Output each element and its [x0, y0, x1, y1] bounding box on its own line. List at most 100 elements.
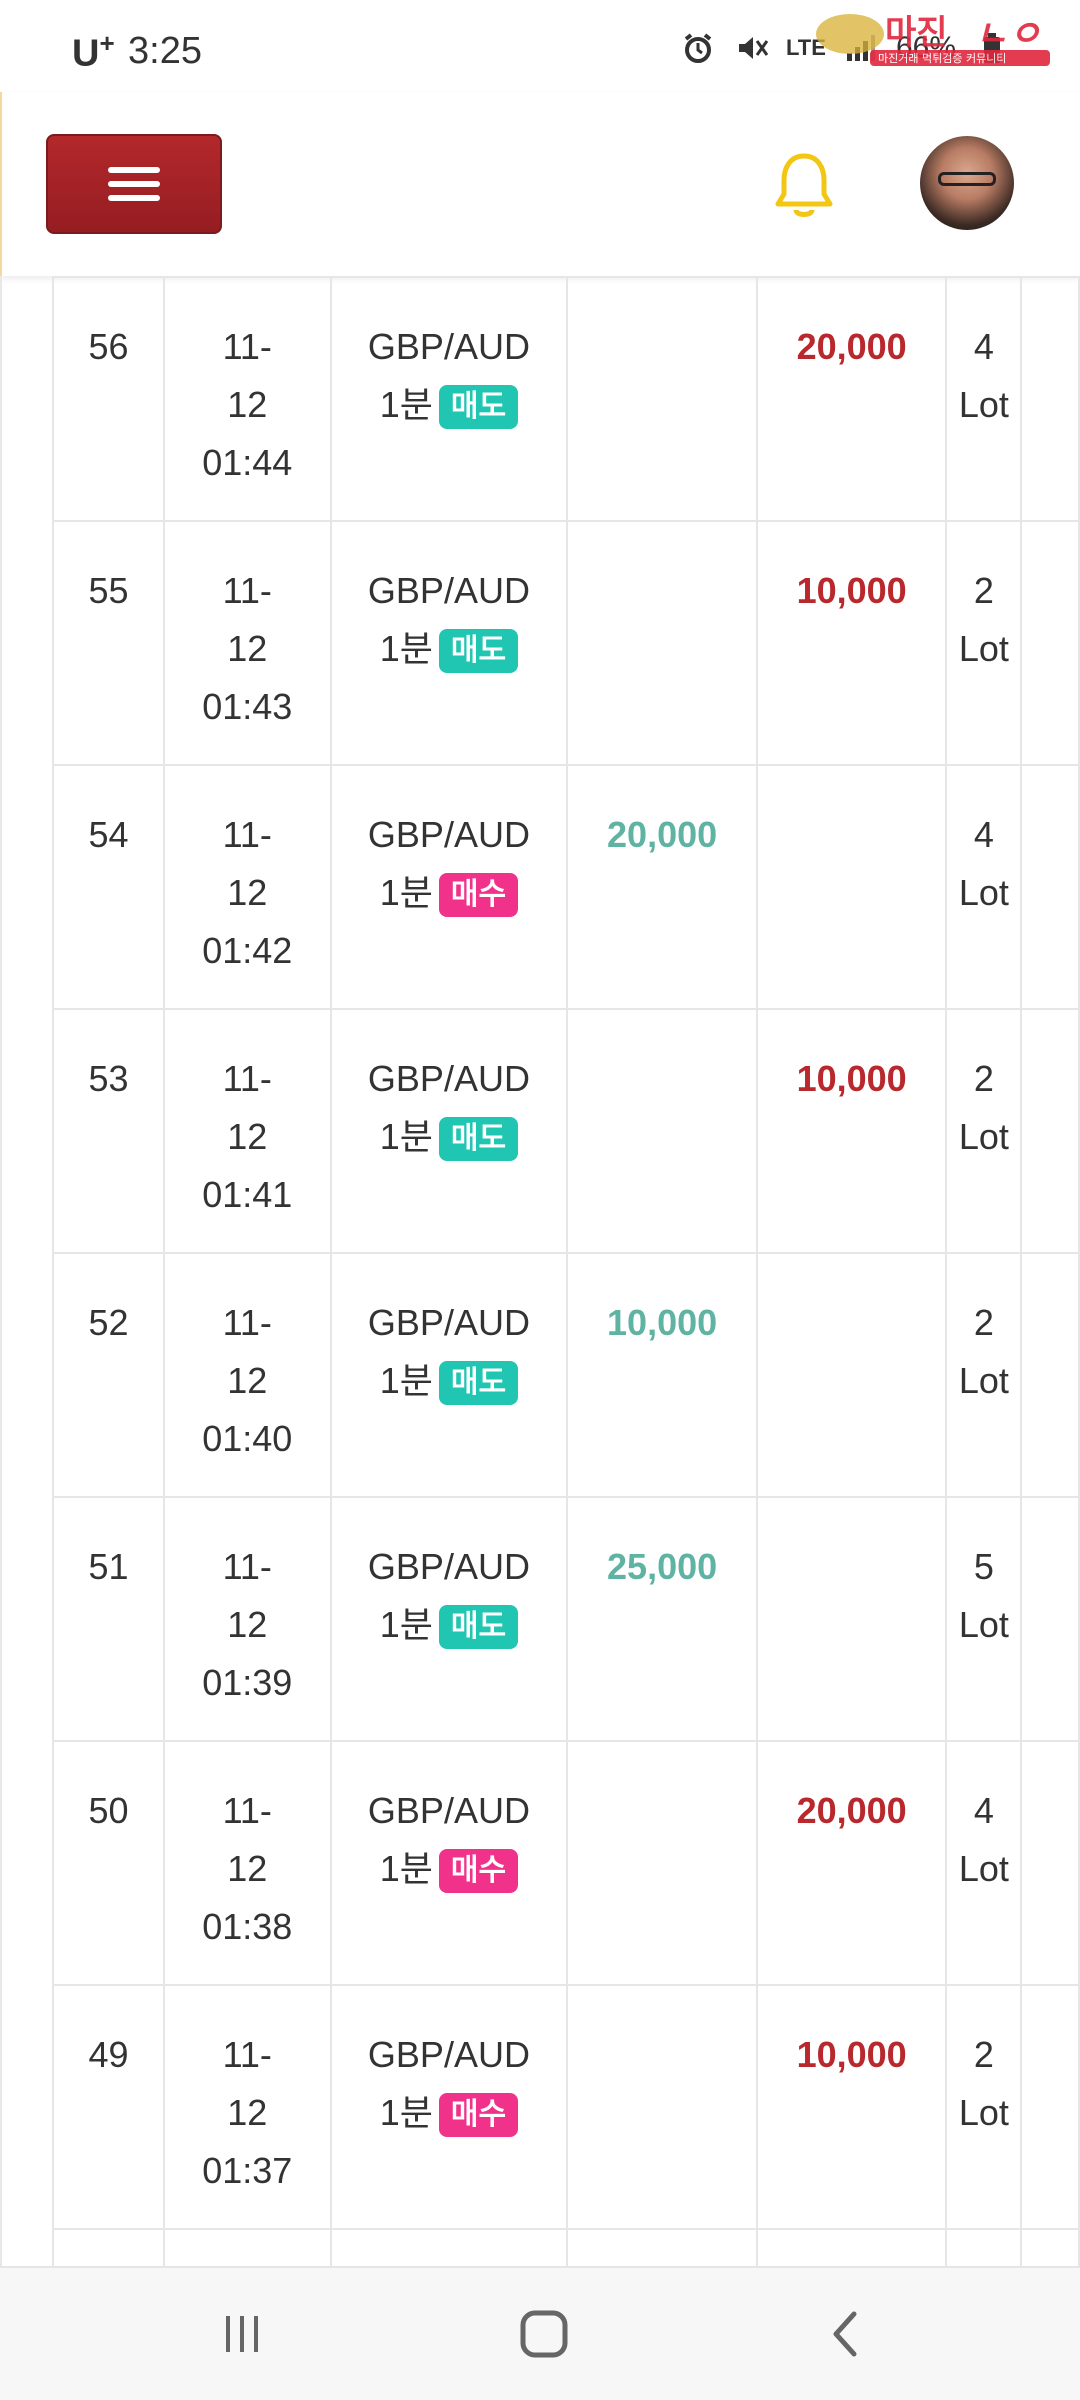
- row-date: 11-: [222, 1058, 272, 1099]
- row-lose-cell: [755, 764, 948, 1010]
- row-number-cell: 52: [52, 1252, 165, 1498]
- row-time: 01:42: [202, 930, 293, 971]
- table-row: 55 11- 12 01:43 GBP/AUD 1분 매도 10,000 2 Lo…: [52, 520, 1080, 766]
- row-lot-unit: Lot: [958, 2092, 1009, 2133]
- row-pair-cell: GBP/AUD 1분 매도: [329, 1008, 569, 1254]
- side-badge: 매수: [438, 2093, 519, 2138]
- row-date-cell: 11- 12 01:40: [162, 1252, 332, 1498]
- row-date-cell: 11- 12 01:42: [162, 764, 332, 1010]
- home-icon[interactable]: [514, 2304, 574, 2364]
- row-lose-cell: 10,000: [755, 520, 948, 766]
- row-win-cell: [566, 520, 758, 766]
- recents-icon[interactable]: [212, 2304, 272, 2364]
- row-number-cell: 54: [52, 764, 165, 1010]
- row-pair: GBP/AUD: [367, 1058, 530, 1099]
- row-date: 11-: [222, 1546, 272, 1587]
- row-time: 01:38: [202, 1906, 293, 1947]
- partial-cell: [755, 2228, 948, 2266]
- row-pair: GBP/AUD: [367, 1302, 530, 1343]
- table-row-partial: [52, 2228, 1080, 2266]
- row-time: 01:43: [202, 686, 293, 727]
- row-lot-cell: 4 Lot: [945, 764, 1023, 1010]
- row-pair-cell: GBP/AUD 1분 매수: [329, 1740, 569, 1986]
- alarm-icon: [680, 30, 716, 66]
- side-badge: 매도: [438, 1361, 519, 1406]
- row-lot-cell: 5 Lot: [945, 1496, 1023, 1742]
- row-date: 11-: [222, 326, 272, 367]
- row-pair: GBP/AUD: [367, 814, 530, 855]
- row-pair-cell: GBP/AUD 1분 매도: [329, 1496, 569, 1742]
- row-pair: GBP/AUD: [367, 1546, 530, 1587]
- row-lot: 4: [973, 1790, 994, 1831]
- table-row: 56 11- 12 01:44 GBP/AUD 1분 매도 20,000 4 Lo…: [52, 276, 1080, 522]
- app-header: [0, 92, 1080, 276]
- avatar[interactable]: [920, 136, 1014, 230]
- row-pair-cell: GBP/AUD 1분 매도: [329, 520, 569, 766]
- carrier-label: U+: [72, 28, 115, 76]
- side-badge: 매도: [438, 385, 519, 430]
- row-date-day: 12: [227, 628, 268, 669]
- row-period: 1분: [379, 1116, 433, 1157]
- row-date-cell: 11- 12 01:39: [162, 1496, 332, 1742]
- row-pair: GBP/AUD: [367, 1790, 530, 1831]
- row-lot: 2: [973, 1058, 994, 1099]
- row-period: 1분: [379, 1360, 433, 1401]
- row-lot-cell: 2 Lot: [945, 1008, 1023, 1254]
- row-date-day: 12: [227, 1360, 268, 1401]
- row-lose-amount: 10,000: [796, 1058, 907, 1099]
- row-extra-cell: [1020, 764, 1080, 1010]
- row-date-cell: 11- 12 01:38: [162, 1740, 332, 1986]
- row-date: 11-: [222, 570, 272, 611]
- partial-cell: [162, 2228, 332, 2266]
- side-badge: 매수: [438, 1849, 519, 1894]
- row-win-cell: 20,000: [566, 764, 758, 1010]
- row-date: 11-: [222, 814, 272, 855]
- row-date-day: 12: [227, 872, 268, 913]
- row-date-cell: 11- 12 01:37: [162, 1984, 332, 2230]
- row-lose-amount: 10,000: [796, 570, 907, 611]
- row-number: 50: [88, 1790, 129, 1831]
- row-date: 11-: [222, 1790, 272, 1831]
- side-badge: 매수: [438, 873, 519, 918]
- row-date-cell: 11- 12 01:44: [162, 276, 332, 522]
- row-win-amount: 10,000: [607, 1302, 718, 1343]
- bell-icon[interactable]: [772, 150, 836, 222]
- row-lot-cell: 2 Lot: [945, 520, 1023, 766]
- table-row: 53 11- 12 01:41 GBP/AUD 1분 매도 10,000 2 Lo…: [52, 1008, 1080, 1254]
- menu-button[interactable]: [46, 134, 222, 234]
- row-time: 01:37: [202, 2150, 293, 2191]
- row-pair-cell: GBP/AUD 1분 매수: [329, 764, 569, 1010]
- row-number: 53: [88, 1058, 129, 1099]
- row-lot: 2: [973, 570, 994, 611]
- row-win-cell: 10,000: [566, 1252, 758, 1498]
- row-pair: GBP/AUD: [367, 570, 530, 611]
- row-pair-cell: GBP/AUD 1분 매도: [329, 1252, 569, 1498]
- row-lot-unit: Lot: [958, 1116, 1009, 1157]
- row-win-cell: 25,000: [566, 1496, 758, 1742]
- row-pair-cell: GBP/AUD 1분 매수: [329, 1984, 569, 2230]
- row-period: 1분: [379, 2092, 433, 2133]
- row-extra-cell: [1020, 1740, 1080, 1986]
- row-win-amount: 20,000: [607, 814, 718, 855]
- row-pair-cell: GBP/AUD 1분 매도: [329, 276, 569, 522]
- row-number-cell: 51: [52, 1496, 165, 1742]
- row-lose-amount: 20,000: [796, 326, 907, 367]
- row-extra-cell: [1020, 1984, 1080, 2230]
- row-lose-cell: [755, 1252, 948, 1498]
- row-extra-cell: [1020, 1008, 1080, 1254]
- row-win-cell: [566, 1984, 758, 2230]
- row-period: 1분: [379, 1604, 433, 1645]
- row-number: 49: [88, 2034, 129, 2075]
- row-number-cell: 55: [52, 520, 165, 766]
- row-time: 01:40: [202, 1418, 293, 1459]
- row-date: 11-: [222, 2034, 272, 2075]
- table-row: 51 11- 12 01:39 GBP/AUD 1분 매도 25,000 5 Lo…: [52, 1496, 1080, 1742]
- mute-icon: [734, 30, 770, 66]
- row-number: 52: [88, 1302, 129, 1343]
- partial-cell: [1020, 2228, 1080, 2266]
- back-icon[interactable]: [816, 2304, 876, 2364]
- row-extra-cell: [1020, 276, 1080, 522]
- row-number: 55: [88, 570, 129, 611]
- row-lose-amount: 10,000: [796, 2034, 907, 2075]
- carrier-plus: +: [99, 28, 115, 58]
